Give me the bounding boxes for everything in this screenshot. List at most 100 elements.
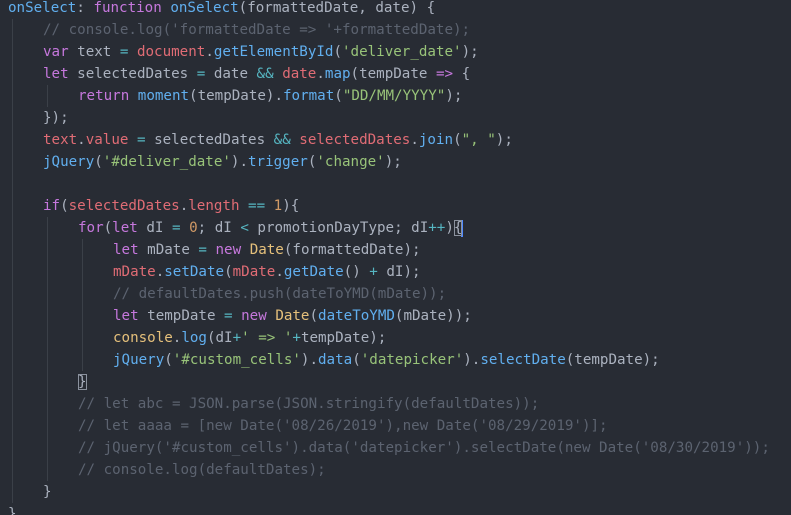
code-token: date: [282, 66, 317, 82]
code-token: document: [136, 44, 206, 60]
code-token: console: [113, 330, 173, 346]
code-line: text.value = selectedDates && selectedDa…: [43, 129, 513, 151]
code-token: let: [43, 66, 69, 82]
code-token: "DD/MM/YYYY": [342, 88, 446, 104]
code-token: ' => ': [241, 330, 293, 346]
code-token: let: [113, 242, 139, 258]
code-token: (tempDate).: [189, 88, 284, 104]
code-token: selectedDates: [68, 198, 180, 214]
code-token: .: [275, 264, 284, 280]
code-line: if(selectedDates.length == 1){: [43, 195, 299, 217]
code-token: {: [453, 66, 471, 82]
code-token: .: [77, 132, 86, 148]
code-line: // let aaaa = [new Date('08/26/2019'),ne…: [78, 415, 608, 437]
code-token: =: [196, 66, 206, 82]
code-line: let tempDate = new Date(dateToYMD(mDate)…: [113, 305, 472, 327]
code-token: (mDate));: [394, 308, 472, 324]
code-token: let: [113, 308, 139, 324]
code-token: log: [181, 330, 207, 346]
code-token: tempDate);: [300, 330, 387, 346]
text-cursor: [461, 219, 464, 237]
code-line: // jQuery('#custom_cells').data('datepic…: [78, 437, 770, 459]
code-line: // console.log('formattedDate => '+forma…: [43, 19, 470, 41]
code-token: (dI: [206, 330, 233, 346]
code-token: onSelect: [8, 0, 77, 16]
code-token: value: [85, 132, 129, 148]
code-token: &&: [256, 66, 274, 82]
code-token: (): [343, 264, 370, 280]
code-token: promotionDayType; dI: [248, 220, 429, 236]
code-token: ++: [428, 220, 446, 236]
code-token: setDate: [164, 264, 225, 280]
code-token: =: [136, 132, 146, 148]
code-token: text: [68, 44, 120, 60]
code-editor[interactable]: onSelect: function onSelect(formattedDat…: [0, 0, 791, 515]
code-line: }: [78, 371, 87, 393]
code-line: mDate.setDate(mDate.getDate() + dI);: [113, 261, 421, 283]
code-token: }: [78, 374, 87, 390]
code-token: getDate: [283, 264, 344, 280]
code-line: }: [43, 481, 52, 503]
code-token: (: [453, 132, 462, 148]
code-line: return moment(tempDate).format("DD/MM/YY…: [78, 85, 462, 107]
code-token: &&: [273, 132, 291, 148]
indent-guide: [12, 19, 13, 503]
code-token: (: [224, 264, 233, 280]
code-line: var text = document.getElementById('deli…: [43, 41, 479, 63]
code-token: ).: [463, 352, 481, 368]
code-token: (: [164, 352, 173, 368]
code-token: }: [43, 484, 52, 500]
code-token: );: [461, 44, 479, 60]
code-token: });: [43, 110, 69, 126]
code-token: selectedDates: [299, 132, 411, 148]
code-line: // let abc = JSON.parse(JSON.stringify(d…: [78, 393, 539, 415]
code-comment: // console.log(defaultDates);: [78, 462, 326, 478]
code-token: Date: [275, 308, 310, 324]
code-token: (formattedDate);: [283, 242, 421, 258]
code-comment: // console.log('formattedDate => '+forma…: [43, 22, 471, 38]
code-token: :: [76, 0, 94, 16]
code-token: '#deliver_date': [102, 154, 231, 170]
code-token: 1: [273, 198, 283, 214]
code-token: 'datepicker': [360, 352, 464, 368]
code-token: if: [43, 198, 61, 214]
code-token: .: [179, 198, 189, 214]
code-token: (: [352, 352, 361, 368]
code-token: map: [324, 66, 351, 82]
indent-guide: [82, 239, 83, 371]
code-token: );: [384, 154, 402, 170]
code-token: mDate: [138, 242, 199, 258]
code-comment: // let abc = JSON.parse(JSON.stringify(d…: [78, 396, 540, 412]
code-token: (tempDate: [350, 66, 436, 82]
code-token: (: [333, 44, 342, 60]
code-token: function: [93, 0, 162, 16]
code-token: '#custom_cells': [172, 352, 301, 368]
code-token: (: [94, 154, 103, 170]
code-token: moment: [137, 88, 190, 104]
code-token: selectDate: [480, 352, 566, 368]
code-token: );: [495, 132, 513, 148]
indent-guide: [47, 85, 48, 107]
code-token: ).: [230, 154, 249, 170]
code-token: mDate: [113, 264, 156, 280]
code-token: trigger: [248, 154, 308, 170]
code-token: dI: [137, 220, 172, 236]
code-token: 'deliver_date': [342, 44, 462, 60]
code-token: new: [241, 308, 267, 324]
code-token: =>: [435, 66, 454, 82]
code-token: +: [232, 330, 242, 346]
code-token: format: [283, 88, 335, 104]
code-token: text: [43, 132, 78, 148]
code-token: selectedDates: [68, 66, 197, 82]
code-token: 0: [189, 220, 198, 236]
code-token: ==: [248, 198, 266, 214]
code-line: }: [8, 503, 17, 515]
code-line: // defaultDates.push(dateToYMD(mDate));: [113, 283, 446, 305]
